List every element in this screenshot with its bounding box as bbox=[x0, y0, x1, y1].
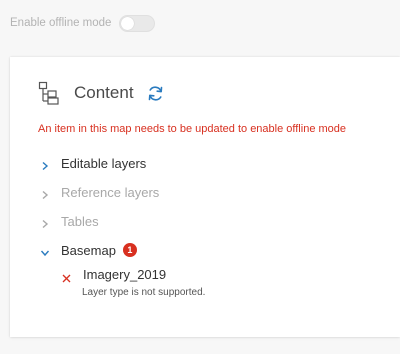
toggle-knob bbox=[121, 16, 135, 30]
layer-name: Imagery_2019 bbox=[83, 266, 167, 282]
group-label: Tables bbox=[61, 213, 99, 229]
basemap-layer-item: Imagery_2019 bbox=[62, 265, 166, 283]
group-label: Reference layers bbox=[61, 184, 160, 200]
offline-error-message: An item in this map needs to be updated … bbox=[38, 123, 347, 135]
content-panel: Content An item in this map needs to be … bbox=[10, 57, 400, 337]
offline-mode-toggle[interactable] bbox=[119, 14, 156, 32]
offline-mode-row: Enable offline mode bbox=[10, 12, 156, 34]
group-label: Basemap bbox=[61, 242, 116, 258]
chevron-right-icon bbox=[40, 158, 50, 171]
chevron-down-icon bbox=[40, 245, 50, 257]
group-editable-layers[interactable]: Editable layers bbox=[40, 153, 146, 173]
offline-mode-label: Enable offline mode bbox=[10, 17, 112, 29]
layer-unsupported-note: Layer type is not supported. bbox=[82, 287, 206, 298]
group-reference-layers[interactable]: Reference layers bbox=[40, 182, 159, 202]
content-title: Content bbox=[74, 83, 134, 102]
group-label: Editable layers bbox=[61, 155, 147, 171]
group-basemap[interactable]: Basemap 1 bbox=[40, 240, 137, 260]
error-count-badge: 1 bbox=[122, 243, 137, 257]
layer-list-icon bbox=[38, 81, 60, 105]
group-tables[interactable]: Tables bbox=[40, 211, 99, 231]
refresh-icon[interactable] bbox=[147, 85, 164, 102]
error-x-icon bbox=[62, 270, 71, 282]
content-header: Content bbox=[38, 79, 164, 107]
chevron-right-icon bbox=[40, 216, 50, 229]
chevron-right-icon bbox=[40, 187, 50, 200]
